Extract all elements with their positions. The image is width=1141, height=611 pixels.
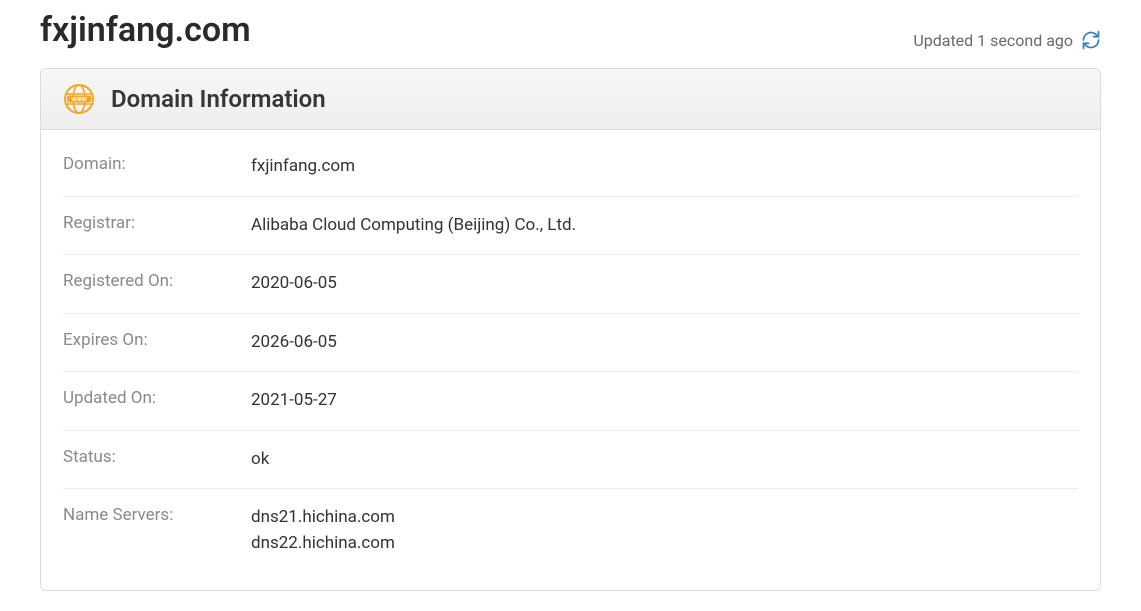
table-row: Registered On: 2020-06-05 [63,255,1078,314]
label-expires-on: Expires On: [63,330,251,356]
panel-title: Domain Information [111,85,326,113]
value-status: ok [251,447,269,473]
info-table: Domain: fxjinfang.com Registrar: Alibaba… [41,130,1100,590]
label-status: Status: [63,447,251,473]
www-icon: WWW [63,83,95,115]
table-row: Domain: fxjinfang.com [63,138,1078,197]
value-registered-on: 2020-06-05 [251,271,337,297]
panel-header: WWW Domain Information [41,69,1100,130]
table-row: Registrar: Alibaba Cloud Computing (Beij… [63,197,1078,256]
value-expires-on: 2026-06-05 [251,330,337,356]
label-updated-on: Updated On: [63,388,251,414]
svg-text:WWW: WWW [71,97,87,103]
label-name-servers: Name Servers: [63,505,251,556]
refresh-icon[interactable] [1081,30,1101,50]
label-registrar: Registrar: [63,213,251,239]
value-name-servers: dns21.hichina.com dns22.hichina.com [251,505,395,556]
table-row: Expires On: 2026-06-05 [63,314,1078,373]
label-domain: Domain: [63,154,251,180]
updated-block: Updated 1 second ago [913,30,1101,50]
table-row: Updated On: 2021-05-27 [63,372,1078,431]
value-updated-on: 2021-05-27 [251,388,337,414]
value-domain: fxjinfang.com [251,154,355,180]
value-registrar: Alibaba Cloud Computing (Beijing) Co., L… [251,213,576,239]
table-row: Name Servers: dns21.hichina.com dns22.hi… [63,489,1078,572]
page-title: fxjinfang.com [40,10,251,50]
label-registered-on: Registered On: [63,271,251,297]
header-row: fxjinfang.com Updated 1 second ago [40,10,1101,50]
table-row: Status: ok [63,431,1078,490]
updated-text: Updated 1 second ago [913,31,1073,50]
domain-info-panel: WWW Domain Information Domain: fxjinfang… [40,68,1101,591]
